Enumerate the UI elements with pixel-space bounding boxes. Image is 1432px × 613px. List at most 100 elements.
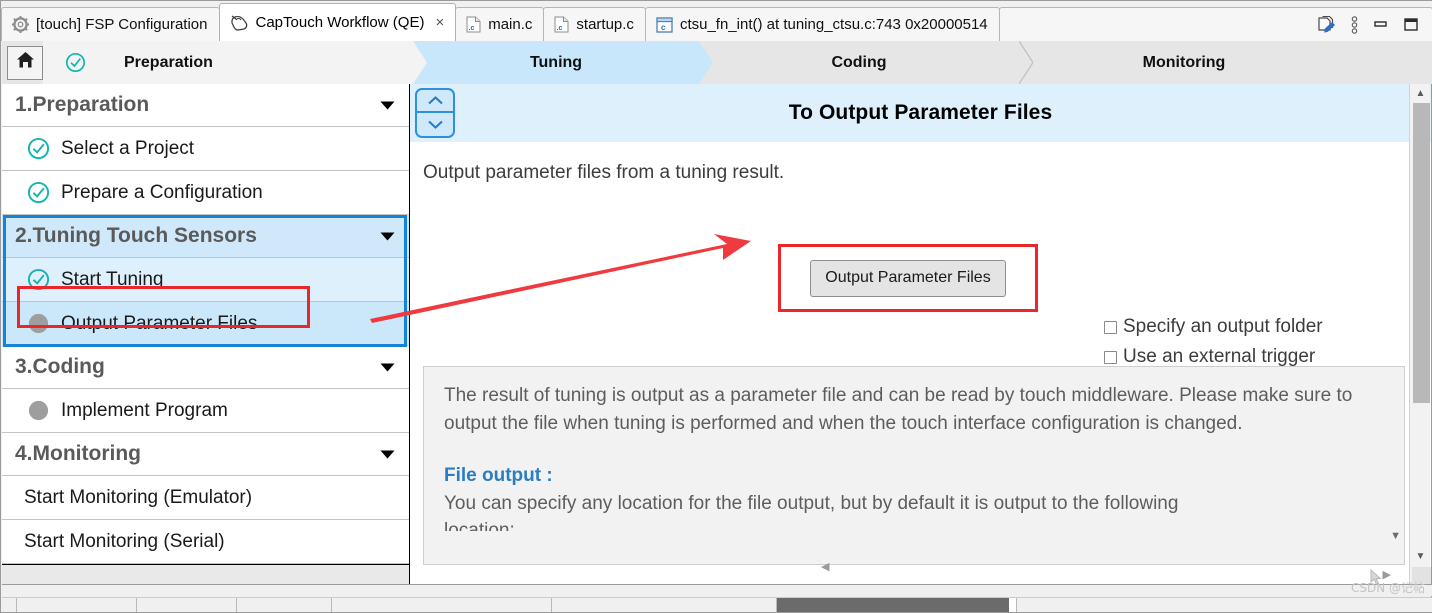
chevron-down-icon[interactable] (380, 363, 395, 372)
close-icon[interactable]: × (435, 15, 444, 30)
status-progress-fill (777, 598, 1009, 612)
status-cell-4 (332, 598, 552, 612)
sidebar-section-header-coding[interactable]: 3.Coding (2, 346, 409, 389)
chevron-down-icon[interactable] (380, 232, 395, 241)
sidebar-item-output-parameter-files[interactable]: Output Parameter Files (2, 302, 409, 346)
sidebar-item-start-monitoring-serial[interactable]: Start Monitoring (Serial) (2, 520, 409, 564)
editor-tab-bar: [touch] FSP Configuration CapTouch Workf… (1, 1, 1432, 41)
tab-captouch-workflow[interactable]: CapTouch Workflow (QE) × (218, 3, 457, 41)
workflow-step-label: Tuning (529, 53, 583, 71)
sidebar-item-implement-program[interactable]: Implement Program (2, 389, 409, 433)
bottom-pane-divider (2, 584, 1432, 596)
panel-header: To Output Parameter Files (410, 84, 1431, 142)
tab-debug-ctsu-fn-int[interactable]: c ctsu_fn_int() at tuning_ctsu.c:743 0x2… (644, 7, 1000, 41)
checkbox-label: Specify an output folder (1123, 316, 1323, 337)
workflow-step-label: Coding (831, 53, 887, 71)
panel-body: Output parameter files from a tuning res… (410, 142, 1431, 587)
view-controls (1317, 15, 1419, 34)
c-file-icon: .c (554, 16, 569, 33)
checkbox-row-specify-output-folder[interactable]: Specify an output folder (1104, 316, 1354, 338)
workflow-step-label: Preparation (124, 53, 213, 71)
tab-label: CapTouch Workflow (QE) (255, 14, 425, 31)
tab-label: ctsu_fn_int() at tuning_ctsu.c:743 0x200… (679, 16, 988, 33)
workflow-step-label: Monitoring (1142, 53, 1226, 71)
sidebar-section-tuning-touch-sensors: 2.Tuning Touch Sensors Start Tuning Outp… (2, 215, 409, 347)
panel-vertical-scrollbar[interactable]: ▲ ▼ (1409, 84, 1431, 587)
c-window-icon: c (656, 16, 673, 33)
sidebar-item-label: Output Parameter Files (61, 312, 258, 334)
tab-bar-toolbar (998, 7, 1432, 41)
checkbox-icon[interactable] (1104, 350, 1117, 364)
pager-down-button[interactable] (417, 113, 453, 136)
hand-pointer-icon (230, 14, 249, 31)
checkbox-row-use-external-trigger[interactable]: Use an external trigger (1104, 346, 1354, 368)
check-circle-icon (27, 181, 50, 204)
tab-fsp-configuration[interactable]: [touch] FSP Configuration (1, 7, 220, 41)
check-circle-icon (27, 137, 50, 160)
scrollbar-down-arrow[interactable]: ▼ (1410, 549, 1431, 565)
more-vertical-icon[interactable] (1351, 15, 1358, 34)
description-clipped-line: location: (444, 520, 515, 532)
chevron-down-icon[interactable] (380, 450, 395, 459)
workflow-step-preparation[interactable]: Preparation (43, 41, 427, 84)
mouse-cursor-icon (1370, 568, 1383, 586)
incomplete-circle-icon (27, 399, 50, 422)
sidebar-section-coding: 3.Coding Implement Program (2, 346, 409, 433)
pager-up-button[interactable] (417, 90, 453, 113)
description-box: The result of tuning is output as a para… (423, 366, 1405, 565)
sidebar-item-label: Select a Project (61, 137, 195, 159)
chevron-down-icon[interactable] (380, 101, 395, 110)
description-heading: File output : (444, 465, 553, 487)
sidebar-item-start-tuning[interactable]: Start Tuning (2, 258, 409, 302)
main-content-panel: To Output Parameter Files Output paramet… (410, 84, 1431, 587)
check-circle-icon (27, 268, 50, 291)
gear-icon (12, 16, 29, 33)
sidebar-item-select-a-project[interactable]: Select a Project (2, 127, 409, 171)
sidebar-section-header-preparation[interactable]: 1.Preparation (2, 84, 409, 127)
checkbox-icon[interactable] (1104, 320, 1117, 334)
eclipse-ide-window: [touch] FSP Configuration CapTouch Workf… (0, 0, 1432, 613)
sidebar-section-title: 4.Monitoring (15, 442, 141, 465)
annotation-box-action-button: Output Parameter Files (778, 244, 1038, 312)
tab-label: [touch] FSP Configuration (36, 16, 208, 33)
workflow-step-tuning[interactable]: Tuning (413, 41, 713, 84)
workflow-step-coding[interactable]: Coding (699, 41, 1034, 84)
chevron-separator-icon (1018, 41, 1034, 84)
tab-startup-c[interactable]: .c startup.c (543, 7, 646, 41)
tab-label: startup.c (576, 16, 634, 33)
svg-text:c: c (661, 23, 666, 32)
sidebar-section-title: 2.Tuning Touch Sensors (15, 224, 257, 247)
sidebar-section-header-tuning[interactable]: 2.Tuning Touch Sensors (2, 215, 409, 258)
scrollbar-thumb[interactable] (1413, 103, 1430, 403)
status-cell-6 (1017, 598, 1432, 612)
sidebar-item-label: Start Monitoring (Serial) (24, 530, 225, 552)
scrollbar-up-arrow[interactable]: ▲ (1410, 86, 1431, 102)
watermark-text: CSDN @记帖 (1350, 581, 1425, 595)
edit-page-icon[interactable] (1317, 15, 1336, 34)
minimize-icon[interactable] (1373, 18, 1388, 32)
sidebar-item-label: Implement Program (61, 399, 228, 421)
sidebar-item-start-monitoring-emulator[interactable]: Start Monitoring (Emulator) (2, 476, 409, 520)
incomplete-circle-icon (27, 312, 50, 335)
status-cell-2 (137, 598, 237, 612)
check-circle-icon (65, 52, 86, 73)
page-title: To Output Parameter Files (788, 101, 1053, 124)
description-paragraph: The result of tuning is output as a para… (444, 385, 1353, 434)
output-parameter-files-button[interactable]: Output Parameter Files (810, 259, 1006, 297)
chevron-separator-icon (699, 41, 713, 84)
tab-main-c[interactable]: .c main.c (455, 7, 545, 41)
home-button[interactable] (7, 45, 43, 80)
panel-nav-pager (415, 88, 455, 138)
c-file-icon: .c (466, 16, 481, 33)
workflow-sidebar: 1.Preparation Select a Project Prepare a… (2, 84, 410, 587)
status-cell-icon (2, 598, 17, 612)
workflow-step-monitoring[interactable]: Monitoring (1019, 41, 1349, 84)
status-cell-1 (17, 598, 137, 612)
status-progress-bar[interactable] (777, 598, 1017, 612)
sidebar-item-prepare-a-configuration[interactable]: Prepare a Configuration (2, 171, 409, 215)
sidebar-section-header-monitoring[interactable]: 4.Monitoring (2, 433, 409, 476)
sidebar-section-title: 1.Preparation (15, 93, 150, 116)
restore-icon[interactable] (1403, 17, 1419, 32)
sidebar-item-label: Start Monitoring (Emulator) (24, 486, 253, 508)
sidebar-section-preparation: 1.Preparation Select a Project Prepare a… (2, 84, 409, 215)
